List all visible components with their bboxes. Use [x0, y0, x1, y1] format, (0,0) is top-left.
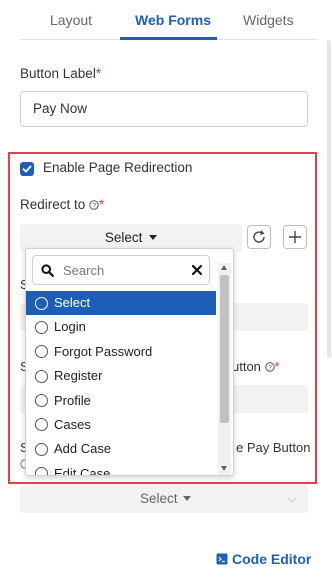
- hidden-field-3-label-suffix: e Pay Button: [236, 440, 311, 455]
- clear-search-icon[interactable]: [191, 264, 203, 276]
- dropdown-search-box[interactable]: [32, 255, 210, 285]
- dropdown-search-input[interactable]: [63, 261, 183, 279]
- dropdown-option[interactable]: Profile: [26, 389, 216, 413]
- tab-web-forms[interactable]: Web Forms: [135, 12, 211, 28]
- dropdown-option[interactable]: Register: [26, 364, 216, 388]
- dropdown-scrollbar[interactable]: [218, 263, 231, 475]
- radio-icon: [35, 442, 48, 456]
- button-label-value: Pay Now: [33, 101, 88, 116]
- bottom-select-label: Select: [140, 491, 192, 506]
- radio-icon: [35, 418, 48, 432]
- scroll-down-arrow-icon[interactable]: [221, 466, 227, 471]
- radio-icon: [35, 369, 48, 383]
- option-label: Register: [54, 368, 103, 384]
- dropdown-option[interactable]: Forgot Password: [26, 340, 216, 364]
- button-label-input[interactable]: Pay Now: [20, 91, 308, 127]
- help-icon[interactable]: ?: [264, 362, 275, 372]
- radio-icon: [35, 345, 48, 359]
- svg-text:?: ?: [92, 202, 96, 209]
- dropdown-option[interactable]: Login: [26, 315, 216, 339]
- caret-down-icon: [149, 235, 158, 240]
- radio-icon: [35, 320, 48, 334]
- required-asterisk: *: [99, 197, 105, 212]
- dropdown-option[interactable]: Add Case: [26, 437, 216, 461]
- panel-scrollbar[interactable]: [327, 40, 331, 358]
- bottom-select[interactable]: Select: [20, 485, 308, 513]
- code-editor-icon: [216, 553, 228, 565]
- hidden-field-2-suffix-text: utton: [232, 359, 261, 374]
- dropdown-option-list: Select Login Forgot Password Register Pr…: [26, 291, 216, 476]
- tab-layout[interactable]: Layout: [50, 12, 92, 28]
- dropdown-option[interactable]: Cases: [26, 413, 216, 437]
- required-asterisk: *: [95, 66, 102, 81]
- refresh-icon: [253, 230, 265, 243]
- button-label-heading: Button Label*: [20, 66, 101, 81]
- option-label: Cases: [54, 416, 91, 432]
- active-tab-indicator: [120, 37, 217, 40]
- svg-text:?: ?: [268, 364, 272, 371]
- enable-redirection-checkbox[interactable]: [20, 162, 34, 176]
- code-editor-label: Code Editor: [232, 551, 312, 567]
- option-label: Forgot Password: [54, 343, 153, 359]
- option-label: Edit Case: [54, 465, 111, 476]
- redirect-to-text: Redirect to: [20, 197, 86, 212]
- required-asterisk: *: [274, 359, 280, 374]
- hidden-field-2-label-suffix: utton ? *: [232, 359, 280, 374]
- tab-widgets[interactable]: Widgets: [243, 12, 294, 28]
- help-icon[interactable]: ?: [89, 200, 99, 210]
- search-icon: [41, 264, 54, 277]
- tab-bar: Layout Web Forms Widgets: [20, 0, 318, 40]
- option-label: Select: [54, 295, 91, 310]
- option-label: Login: [54, 319, 86, 335]
- radio-icon: [35, 394, 48, 408]
- checkmark-icon: [22, 165, 32, 173]
- refresh-button[interactable]: [247, 225, 271, 249]
- option-label: Add Case: [54, 441, 112, 457]
- dropdown-option[interactable]: Select: [26, 291, 216, 316]
- radio-icon: [35, 467, 48, 475]
- redirect-to-heading: Redirect to ? *: [20, 197, 104, 212]
- caret-down-icon: [183, 496, 192, 501]
- redirect-select-label: Select: [104, 230, 143, 245]
- plus-icon: [289, 231, 301, 243]
- dropdown-option[interactable]: Edit Case: [26, 462, 216, 476]
- enable-redirection-label: Enable Page Redirection: [43, 160, 193, 175]
- add-button[interactable]: [283, 225, 307, 249]
- chevron-down-icon: [287, 497, 297, 503]
- button-label-text: Button Label: [20, 66, 96, 81]
- redirect-dropdown-panel: Select Login Forgot Password Register Pr…: [25, 248, 234, 476]
- bottom-select-text: Select: [140, 491, 178, 506]
- radio-icon: [35, 296, 48, 310]
- dropdown-scroll-thumb[interactable]: [220, 275, 229, 423]
- scroll-up-arrow-icon[interactable]: [221, 265, 227, 270]
- option-label: Profile: [54, 392, 91, 408]
